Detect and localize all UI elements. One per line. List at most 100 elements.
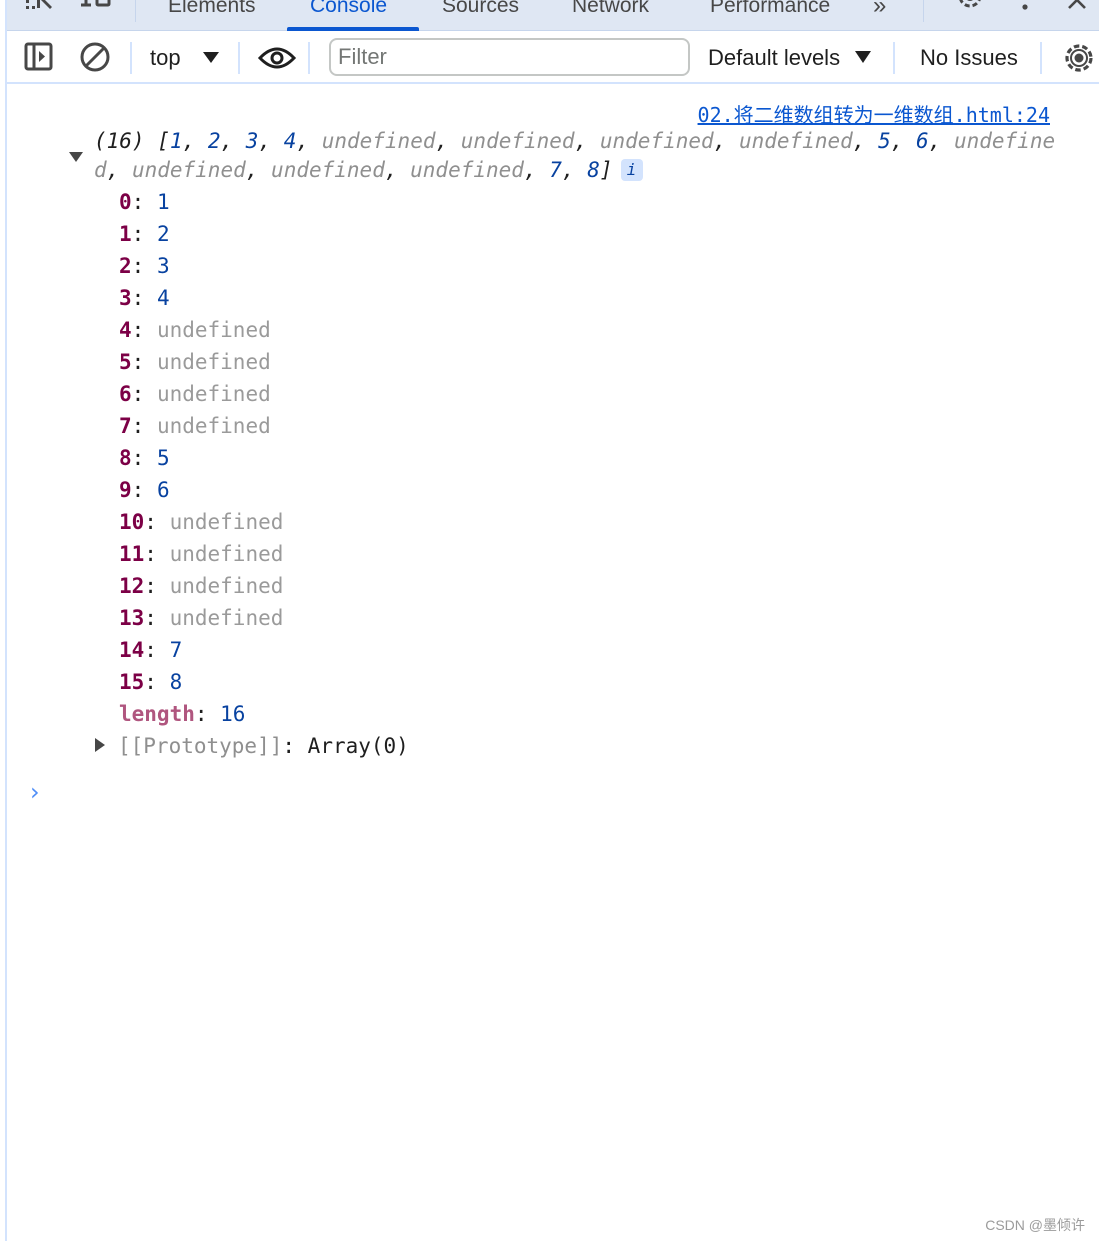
tab-network[interactable]: Network xyxy=(572,0,649,18)
context-dropdown-icon[interactable] xyxy=(203,52,219,63)
entry-key: 7 xyxy=(119,414,132,438)
entry-key: 15 xyxy=(119,670,145,694)
tab-separator xyxy=(135,0,136,22)
preview-item: 5 xyxy=(878,129,891,153)
entry-value: 8 xyxy=(169,670,183,694)
preview-item: undefined xyxy=(131,158,246,182)
entry-key: 6 xyxy=(119,382,132,406)
entry-key: 14 xyxy=(119,638,145,662)
entry-key: 0 xyxy=(119,190,132,214)
entry-key: 3 xyxy=(119,286,132,310)
prototype-key: [[Prototype]] xyxy=(118,734,283,758)
entry-value: 4 xyxy=(156,286,170,310)
preview-item: 4 xyxy=(283,129,297,153)
levels-dropdown-icon[interactable] xyxy=(855,51,871,63)
entry-key: 12 xyxy=(119,574,145,598)
array-entry: 3: 4 xyxy=(119,286,170,310)
issues-counter[interactable]: No Issues xyxy=(920,45,1018,71)
clear-console-icon[interactable] xyxy=(79,42,111,79)
preview-item: 7 xyxy=(549,158,562,182)
show-sidebar-icon[interactable] xyxy=(24,42,54,77)
preview-item: undefined xyxy=(410,158,524,182)
toolbar-separator xyxy=(1040,42,1042,74)
more-tabs-icon[interactable]: » xyxy=(873,0,886,20)
device-toolbar-icon[interactable] xyxy=(79,0,113,29)
filter-input[interactable] xyxy=(329,38,690,76)
context-selector[interactable]: top xyxy=(150,45,181,71)
array-entry: 12: undefined xyxy=(119,574,284,598)
tab-separator xyxy=(923,0,924,22)
collapse-array-icon[interactable] xyxy=(69,152,83,162)
toolbar-separator xyxy=(893,42,895,74)
entry-value: undefined xyxy=(156,382,271,406)
live-expression-eye-icon[interactable] xyxy=(257,44,297,77)
active-tab-indicator xyxy=(287,27,419,31)
entry-key: 1 xyxy=(119,222,132,246)
console-toolbar: top Default levels No Issues xyxy=(7,32,1099,84)
entry-value: undefined xyxy=(169,542,284,566)
array-entry: 10: undefined xyxy=(119,510,284,534)
entry-key: 2 xyxy=(119,254,132,278)
entry-value: 7 xyxy=(169,638,183,662)
preview-item: 6 xyxy=(916,129,929,153)
entry-key: 13 xyxy=(119,606,145,630)
array-entry: 11: undefined xyxy=(119,542,284,566)
entry-value: undefined xyxy=(156,350,271,374)
preview-item: 2 xyxy=(207,129,221,153)
array-entry: 14: 7 xyxy=(119,638,183,662)
close-icon[interactable] xyxy=(1065,0,1091,29)
panel-left-border xyxy=(5,0,7,1241)
console-settings-icon[interactable] xyxy=(1062,41,1096,80)
tab-performance[interactable]: Performance xyxy=(710,0,830,18)
tab-sources[interactable]: Sources xyxy=(442,0,519,18)
entry-value: 1 xyxy=(156,190,170,214)
preview-item: undefined xyxy=(271,158,385,182)
preview-item: 1 xyxy=(169,129,183,153)
devtools-tab-bar: Elements Console Sources Network Perform… xyxy=(7,0,1099,31)
entry-value: undefined xyxy=(156,414,271,438)
entry-key: 9 xyxy=(119,478,132,502)
info-badge-icon[interactable]: i xyxy=(620,159,643,181)
tab-console[interactable]: Console xyxy=(310,0,387,18)
array-preview: 1, 2, 3, 4, undefined, undefined, undefi… xyxy=(94,129,1056,182)
more-options-icon[interactable] xyxy=(1019,0,1031,29)
toolbar-separator xyxy=(130,42,132,74)
expand-prototype-icon[interactable] xyxy=(95,738,105,752)
inspect-element-icon[interactable] xyxy=(24,0,54,29)
array-entry: 8: 5 xyxy=(119,446,170,470)
prototype-row[interactable]: [[Prototype]]: Array(0) xyxy=(95,730,409,762)
preview-item: undefined xyxy=(321,129,436,153)
entry-key: 10 xyxy=(119,510,145,534)
entry-value: undefined xyxy=(169,574,284,598)
entry-key: 11 xyxy=(119,542,145,566)
array-entry: 15: 8 xyxy=(119,670,183,694)
preview-item: undefined xyxy=(738,129,853,153)
array-summary[interactable]: (16) [1, 2, 3, 4, undefined, undefined, … xyxy=(94,127,1059,185)
array-entry: 5: undefined xyxy=(119,350,271,374)
tab-elements[interactable]: Elements xyxy=(168,0,256,18)
array-entry: 13: undefined xyxy=(119,606,284,630)
array-entry: 2: 3 xyxy=(119,254,170,278)
array-properties: 0: 1 1: 2 2: 3 3: 4 4: undefined 5: undefined… xyxy=(119,186,283,698)
entry-value: undefined xyxy=(169,510,284,534)
preview-item: 3 xyxy=(245,129,259,153)
console-prompt-icon[interactable]: › xyxy=(30,778,40,806)
array-entry: 7: undefined xyxy=(119,414,271,438)
array-count: (16) xyxy=(94,129,145,153)
entry-value: 5 xyxy=(156,446,170,470)
array-entry: 1: 2 xyxy=(119,222,170,246)
array-entry: 9: 6 xyxy=(119,478,170,502)
preview-item: undefined xyxy=(460,129,575,153)
settings-icon[interactable] xyxy=(954,0,986,29)
entry-key: 8 xyxy=(119,446,132,470)
entry-value: 6 xyxy=(156,478,170,502)
length-row: length: 16 xyxy=(119,702,246,726)
entry-value: undefined xyxy=(169,606,284,630)
array-entry: 0: 1 xyxy=(119,190,170,214)
watermark: CSDN @墨倾许 xyxy=(985,1217,1085,1233)
toolbar-separator xyxy=(308,42,310,74)
entry-value: 2 xyxy=(156,222,170,246)
entry-value: 3 xyxy=(156,254,170,278)
log-levels-dropdown[interactable]: Default levels xyxy=(708,45,840,71)
source-file-link[interactable]: 02.将二维数组转为一维数组.html:24 xyxy=(698,99,1050,128)
